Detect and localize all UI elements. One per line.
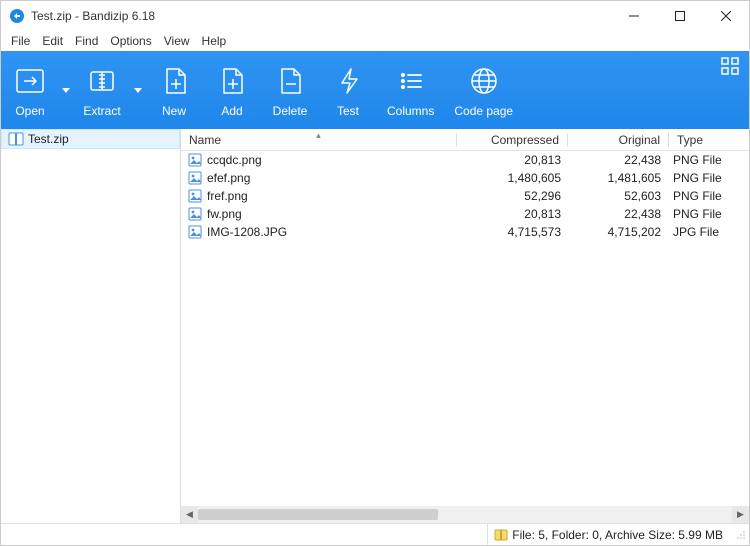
- extract-label: Extract: [83, 104, 120, 118]
- archive-status-icon: [494, 528, 508, 542]
- view-switch-button[interactable]: [721, 51, 749, 129]
- titlebar: Test.zip - Bandizip 6.18: [1, 1, 749, 31]
- file-name: IMG-1208.JPG: [207, 225, 459, 239]
- column-headers: ▲ Name Compressed Original Type: [181, 129, 749, 151]
- tree-root-label: Test.zip: [28, 132, 69, 146]
- new-button[interactable]: New: [145, 51, 203, 129]
- maximize-button[interactable]: [657, 1, 703, 31]
- file-original: 4,715,202: [569, 225, 669, 239]
- file-compressed: 20,813: [459, 207, 569, 221]
- table-row[interactable]: IMG-1208.JPG4,715,5734,715,202JPG File: [181, 223, 749, 241]
- close-button[interactable]: [703, 1, 749, 31]
- menu-options[interactable]: Options: [104, 32, 157, 50]
- column-original[interactable]: Original: [568, 133, 668, 147]
- main-area: Test.zip ▲ Name Compressed Original Type…: [1, 129, 749, 523]
- test-label: Test: [337, 104, 359, 118]
- tree-panel: Test.zip: [1, 129, 181, 523]
- window-title: Test.zip - Bandizip 6.18: [31, 9, 155, 23]
- delete-icon: [272, 60, 308, 102]
- minimize-button[interactable]: [611, 1, 657, 31]
- open-button[interactable]: Open: [1, 51, 59, 129]
- column-compressed[interactable]: Compressed: [457, 133, 567, 147]
- add-button[interactable]: Add: [203, 51, 261, 129]
- status-archive-info: File: 5, Folder: 0, Archive Size: 5.99 M…: [487, 524, 729, 545]
- file-list-panel: ▲ Name Compressed Original Type ccqdc.pn…: [181, 129, 749, 523]
- menu-view[interactable]: View: [158, 32, 196, 50]
- file-compressed: 52,296: [459, 189, 569, 203]
- file-type: PNG File: [669, 207, 749, 221]
- delete-label: Delete: [273, 104, 308, 118]
- archive-icon: [8, 131, 24, 147]
- status-summary-text: File: 5, Folder: 0, Archive Size: 5.99 M…: [512, 528, 723, 542]
- new-icon: [156, 60, 192, 102]
- columns-label: Columns: [387, 104, 434, 118]
- test-button[interactable]: Test: [319, 51, 377, 129]
- tree-root-item[interactable]: Test.zip: [1, 129, 180, 149]
- columns-icon: [393, 60, 429, 102]
- open-dropdown[interactable]: [59, 51, 73, 129]
- extract-dropdown[interactable]: [131, 51, 145, 129]
- file-type: PNG File: [669, 171, 749, 185]
- column-name[interactable]: ▲ Name: [181, 133, 456, 147]
- extract-icon: [84, 60, 120, 102]
- file-name: efef.png: [207, 171, 459, 185]
- menu-help[interactable]: Help: [196, 32, 233, 50]
- image-file-icon: [187, 170, 203, 186]
- columns-button[interactable]: Columns: [377, 51, 444, 129]
- resize-grip-icon[interactable]: [733, 527, 749, 543]
- table-row[interactable]: fw.png20,81322,438PNG File: [181, 205, 749, 223]
- file-compressed: 1,480,605: [459, 171, 569, 185]
- globe-icon: [466, 60, 502, 102]
- file-original: 22,438: [569, 153, 669, 167]
- file-compressed: 20,813: [459, 153, 569, 167]
- codepage-button[interactable]: Code page: [444, 51, 523, 129]
- horizontal-scrollbar[interactable]: ◀ ▶: [181, 506, 749, 523]
- menu-edit[interactable]: Edit: [36, 32, 69, 50]
- file-name: fw.png: [207, 207, 459, 221]
- add-label: Add: [221, 104, 242, 118]
- file-original: 52,603: [569, 189, 669, 203]
- sort-indicator-icon: ▲: [315, 133, 323, 140]
- file-type: JPG File: [669, 225, 749, 239]
- file-original: 1,481,605: [569, 171, 669, 185]
- menubar: File Edit Find Options View Help: [1, 31, 749, 51]
- open-label: Open: [15, 104, 44, 118]
- menu-find[interactable]: Find: [69, 32, 104, 50]
- file-compressed: 4,715,573: [459, 225, 569, 239]
- scroll-right-icon[interactable]: ▶: [732, 506, 749, 523]
- table-row[interactable]: efef.png1,480,6051,481,605PNG File: [181, 169, 749, 187]
- extract-button[interactable]: Extract: [73, 51, 131, 129]
- menu-file[interactable]: File: [5, 32, 36, 50]
- open-icon: [12, 60, 48, 102]
- delete-button[interactable]: Delete: [261, 51, 319, 129]
- file-type: PNG File: [669, 189, 749, 203]
- file-name: fref.png: [207, 189, 459, 203]
- scroll-thumb[interactable]: [198, 509, 438, 520]
- image-file-icon: [187, 152, 203, 168]
- table-row[interactable]: fref.png52,29652,603PNG File: [181, 187, 749, 205]
- statusbar: File: 5, Folder: 0, Archive Size: 5.99 M…: [1, 523, 749, 545]
- toolbar: Open Extract New Add De: [1, 51, 749, 129]
- scroll-left-icon[interactable]: ◀: [181, 506, 198, 523]
- image-file-icon: [187, 206, 203, 222]
- file-name: ccqdc.png: [207, 153, 459, 167]
- file-list: ccqdc.png20,81322,438PNG Fileefef.png1,4…: [181, 151, 749, 506]
- image-file-icon: [187, 188, 203, 204]
- image-file-icon: [187, 224, 203, 240]
- add-icon: [214, 60, 250, 102]
- app-icon: [9, 8, 25, 24]
- file-original: 22,438: [569, 207, 669, 221]
- codepage-label: Code page: [454, 104, 513, 118]
- test-icon: [330, 60, 366, 102]
- column-type[interactable]: Type: [669, 133, 749, 147]
- table-row[interactable]: ccqdc.png20,81322,438PNG File: [181, 151, 749, 169]
- new-label: New: [162, 104, 186, 118]
- file-type: PNG File: [669, 153, 749, 167]
